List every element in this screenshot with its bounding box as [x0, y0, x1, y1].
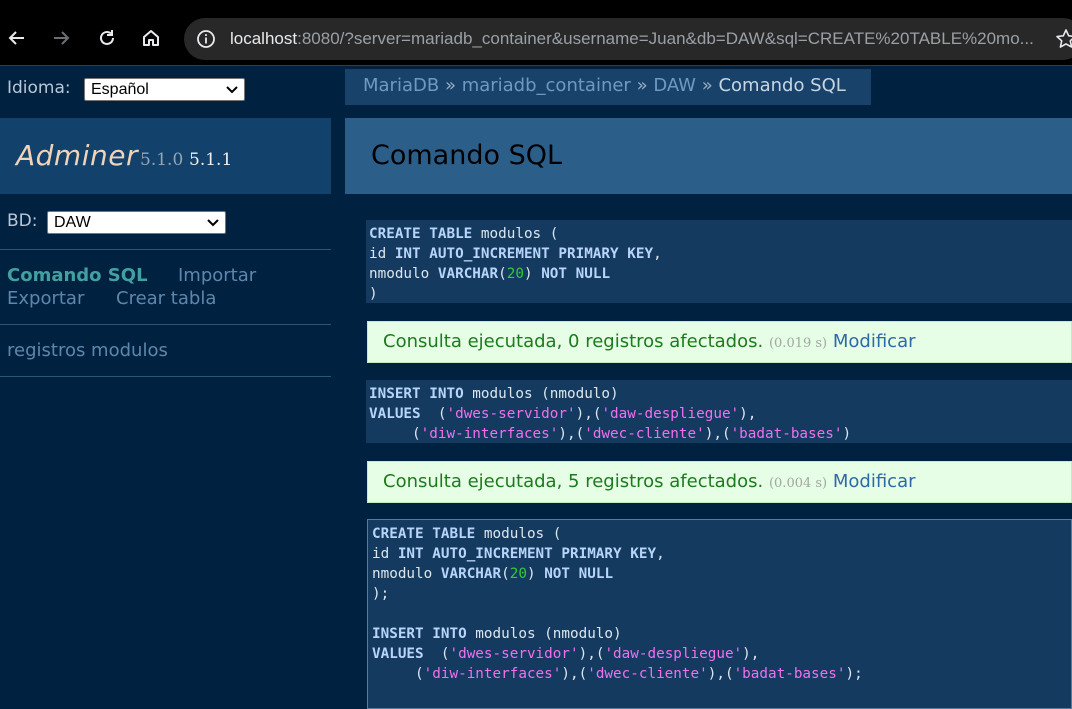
version-new-link[interactable]: 5.1.1: [189, 150, 232, 170]
page-title: Comando SQL: [371, 140, 563, 171]
query-time: (0.019 s): [768, 336, 828, 351]
language-value: Español: [91, 80, 149, 98]
divider: [0, 324, 331, 325]
app-logo[interactable]: Adminer: [16, 139, 138, 172]
reload-icon[interactable]: [91, 22, 123, 54]
table-link-modulos[interactable]: registros modulos: [7, 340, 168, 361]
breadcrumb: MariaDB » mariadb_container » DAW » Coma…: [345, 69, 871, 105]
breadcrumb-separator: »: [444, 75, 456, 96]
browser-toolbar: localhost:8080/?server=mariadb_container…: [0, 0, 1072, 66]
breadcrumb-separator: »: [701, 75, 713, 96]
query-time: (0.004 s): [768, 476, 828, 491]
modify-link[interactable]: Modificar: [833, 471, 916, 492]
breadcrumb-current: Comando SQL: [718, 75, 846, 96]
create-table-link[interactable]: Crear tabla: [116, 288, 216, 309]
star-icon[interactable]: [1054, 27, 1072, 51]
back-arrow-icon[interactable]: [1, 22, 33, 54]
chevron-down-icon: [207, 218, 219, 226]
import-link[interactable]: Importar: [178, 265, 256, 286]
sql-code-insert: INSERT INTO modulos (nmodulo) VALUES ('d…: [366, 380, 1072, 443]
forward-arrow-icon[interactable]: [45, 22, 77, 54]
db-value: DAW: [54, 213, 91, 231]
db-label: BD:: [7, 211, 38, 231]
divider: [0, 376, 331, 377]
chevron-down-icon: [226, 85, 238, 93]
breadcrumb-db[interactable]: DAW: [653, 75, 696, 96]
db-select[interactable]: DAW: [47, 211, 226, 234]
result-message: Consulta ejecutada, 5 registros afectado…: [367, 461, 1072, 503]
url-host: localhost: [230, 29, 298, 48]
url-text[interactable]: localhost:8080/?server=mariadb_container…: [230, 18, 1034, 60]
sql-code-create: CREATE TABLE modulos ( id INT AUTO_INCRE…: [366, 220, 1072, 303]
url-path: :8080/?server=mariadb_container&username…: [297, 29, 1034, 48]
breadcrumb-separator: »: [636, 75, 648, 96]
sql-command-link[interactable]: Comando SQL: [7, 265, 148, 286]
result-message: Consulta ejecutada, 0 registros afectado…: [367, 321, 1072, 363]
address-bar[interactable]: localhost:8080/?server=mariadb_container…: [184, 18, 1072, 60]
export-link[interactable]: Exportar: [7, 288, 84, 309]
version-current: 5.1.0: [140, 150, 184, 170]
divider: [0, 249, 331, 250]
info-icon[interactable]: [196, 29, 216, 49]
breadcrumb-server[interactable]: MariaDB: [363, 75, 439, 96]
modify-link[interactable]: Modificar: [833, 331, 916, 352]
home-icon[interactable]: [135, 22, 167, 54]
sql-editor[interactable]: CREATE TABLE modulos ( id INT AUTO_INCRE…: [367, 519, 1072, 709]
language-select[interactable]: Español: [84, 78, 245, 101]
language-label: Idioma:: [7, 78, 71, 98]
breadcrumb-container[interactable]: mariadb_container: [462, 75, 631, 96]
